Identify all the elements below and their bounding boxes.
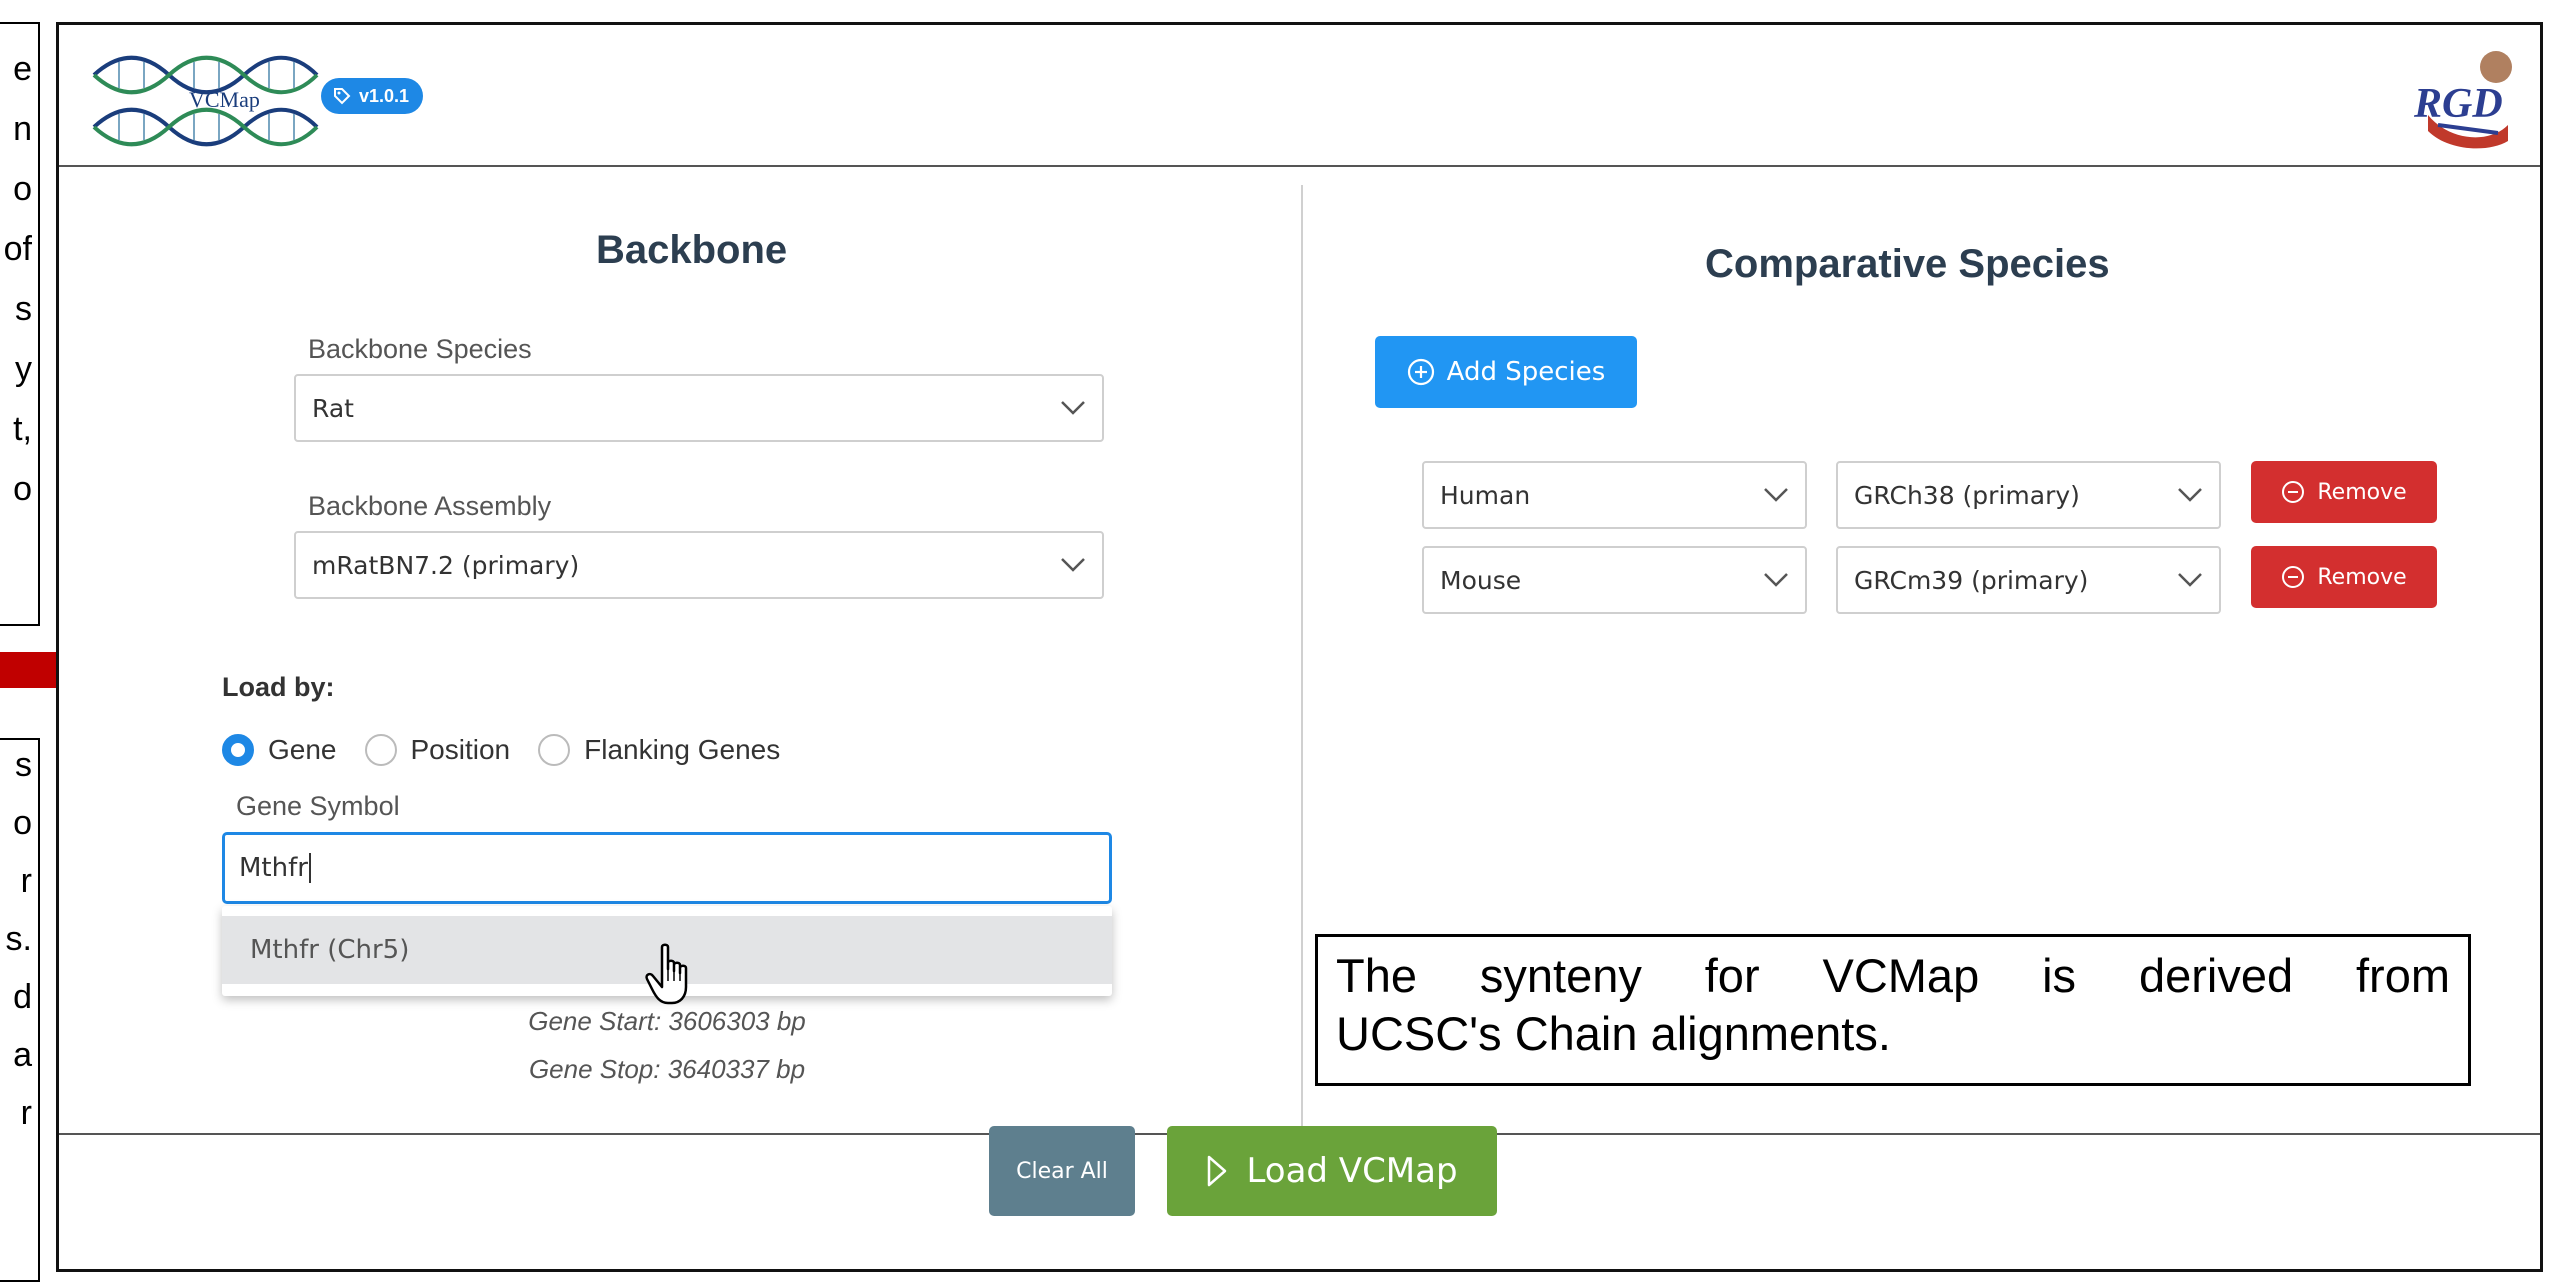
gene-symbol-input[interactable]: Mthfr: [222, 832, 1112, 904]
comparative-assembly-select-human[interactable]: GRCh38 (primary): [1836, 461, 2221, 529]
tag-icon: [334, 88, 351, 105]
backbone-assembly-value: mRatBN7.2 (primary): [312, 550, 580, 580]
plus-circle-icon: [1407, 358, 1434, 386]
radio-option-gene[interactable]: Gene: [222, 734, 337, 766]
load-vcmap-button[interactable]: Load VCMap: [1167, 1126, 1497, 1216]
comparative-species-title: Comparative Species: [1705, 242, 2110, 286]
version-badge: v1.0.1: [321, 78, 424, 114]
remove-label: Remove: [2317, 479, 2407, 505]
chevron-down-icon: [2178, 573, 2202, 587]
add-species-label: Add Species: [1446, 357, 1606, 387]
comparative-species-value: Human: [1440, 480, 1531, 510]
annotation-strip-bottom: s o r s. d a r: [0, 738, 40, 1282]
chevron-down-icon: [1764, 488, 1788, 502]
backbone-species-select[interactable]: Rat: [294, 374, 1104, 442]
radio-option-position[interactable]: Position: [364, 734, 511, 766]
load-vcmap-label: Load VCMap: [1246, 1151, 1458, 1191]
radio-position-label: Position: [410, 734, 511, 765]
annotation-text-fragment: r: [20, 1094, 32, 1132]
radio-flanking-genes-label: Flanking Genes: [584, 734, 781, 765]
remove-label: Remove: [2317, 564, 2407, 590]
gene-start-text: Gene Start: 3606303 bp: [528, 1006, 806, 1036]
header-bar: VCMap v1.0.1 RGD: [59, 25, 2540, 167]
rgd-logo-text: RGD: [2413, 81, 2503, 127]
comparative-assembly-value: GRCh38 (primary): [1854, 480, 2080, 510]
annotation-text-fragment: o: [13, 470, 32, 508]
gene-stop-text: Gene Stop: 3640337 bp: [528, 1054, 806, 1084]
annotation-text-fragment: d: [13, 978, 32, 1016]
synteny-note-line-2: UCSC's Chain alignments.: [1336, 1007, 1891, 1060]
annotation-text-fragment: o: [13, 804, 32, 842]
play-outline-icon: [1208, 1155, 1227, 1187]
load-by-radio-group: Gene Position Flanking Genes: [222, 734, 808, 766]
backbone-assembly-label: Backbone Assembly: [308, 491, 552, 521]
annotation-text-fragment: y: [15, 350, 32, 388]
annotation-text-fragment: a: [13, 1036, 32, 1074]
column-divider: [1301, 185, 1303, 1131]
add-species-button[interactable]: Add Species: [1375, 336, 1637, 408]
vcmap-logo-icon: VCMap: [92, 55, 319, 147]
version-text: v1.0.1: [359, 85, 410, 106]
annotation-text-fragment: r: [20, 862, 32, 900]
backbone-species-value: Rat: [312, 393, 354, 423]
minus-circle-icon: [2282, 481, 2305, 503]
annotation-text-fragment: o: [13, 170, 32, 208]
annotation-text-fragment: e: [13, 50, 32, 88]
backbone-title: Backbone: [596, 228, 788, 272]
gene-symbol-label: Gene Symbol: [236, 791, 400, 821]
backbone-species-label: Backbone Species: [308, 334, 532, 364]
chevron-down-icon: [1061, 401, 1085, 415]
hand-pointer-cursor-icon: [645, 943, 688, 1005]
synteny-note-line-1: The synteny for VCMap is derived from: [1336, 949, 2450, 1002]
gene-symbol-value: Mthfr: [239, 853, 308, 883]
annotation-text-fragment: n: [13, 110, 32, 148]
vcmap-logo-text: VCMap: [189, 87, 260, 112]
synteny-annotation-box: The synteny for VCMap is derived from UC…: [1315, 934, 2471, 1086]
clear-all-label: Clear All: [1016, 1158, 1108, 1184]
comparative-species-select-mouse[interactable]: Mouse: [1422, 546, 1807, 614]
comparative-species-value: Mouse: [1440, 565, 1522, 595]
text-caret: [308, 853, 311, 883]
radio-position[interactable]: [364, 734, 397, 766]
annotation-text-fragment: t,: [13, 410, 32, 448]
radio-gene-label: Gene: [268, 734, 337, 765]
chevron-down-icon: [2178, 488, 2202, 502]
comparative-assembly-value: GRCm39 (primary): [1854, 565, 2089, 595]
chevron-down-icon: [1061, 558, 1085, 572]
comparative-species-select-human[interactable]: Human: [1422, 461, 1807, 529]
remove-species-button-human[interactable]: Remove: [2251, 461, 2437, 523]
annotation-text-fragment: s.: [5, 920, 32, 958]
backbone-assembly-select[interactable]: mRatBN7.2 (primary): [294, 531, 1104, 599]
minus-circle-icon: [2282, 566, 2305, 588]
rgd-logo-icon: RGD: [2413, 51, 2512, 149]
autocomplete-option-label: Mthfr (Chr5): [250, 935, 410, 965]
comparative-assembly-select-mouse[interactable]: GRCm39 (primary): [1836, 546, 2221, 614]
clear-all-button[interactable]: Clear All: [989, 1126, 1135, 1216]
chevron-down-icon: [1764, 573, 1788, 587]
load-by-label: Load by:: [222, 672, 335, 702]
remove-species-button-mouse[interactable]: Remove: [2251, 546, 2437, 608]
annotation-strip-top: e n o of s y t, o: [0, 22, 40, 626]
annotation-text-fragment: of: [3, 230, 32, 268]
annotation-text-fragment: s: [15, 290, 32, 328]
radio-flanking-genes[interactable]: [538, 734, 571, 766]
radio-gene[interactable]: [222, 734, 254, 766]
annotation-text-fragment: s: [15, 746, 32, 784]
radio-option-flanking-genes[interactable]: Flanking Genes: [538, 734, 780, 766]
